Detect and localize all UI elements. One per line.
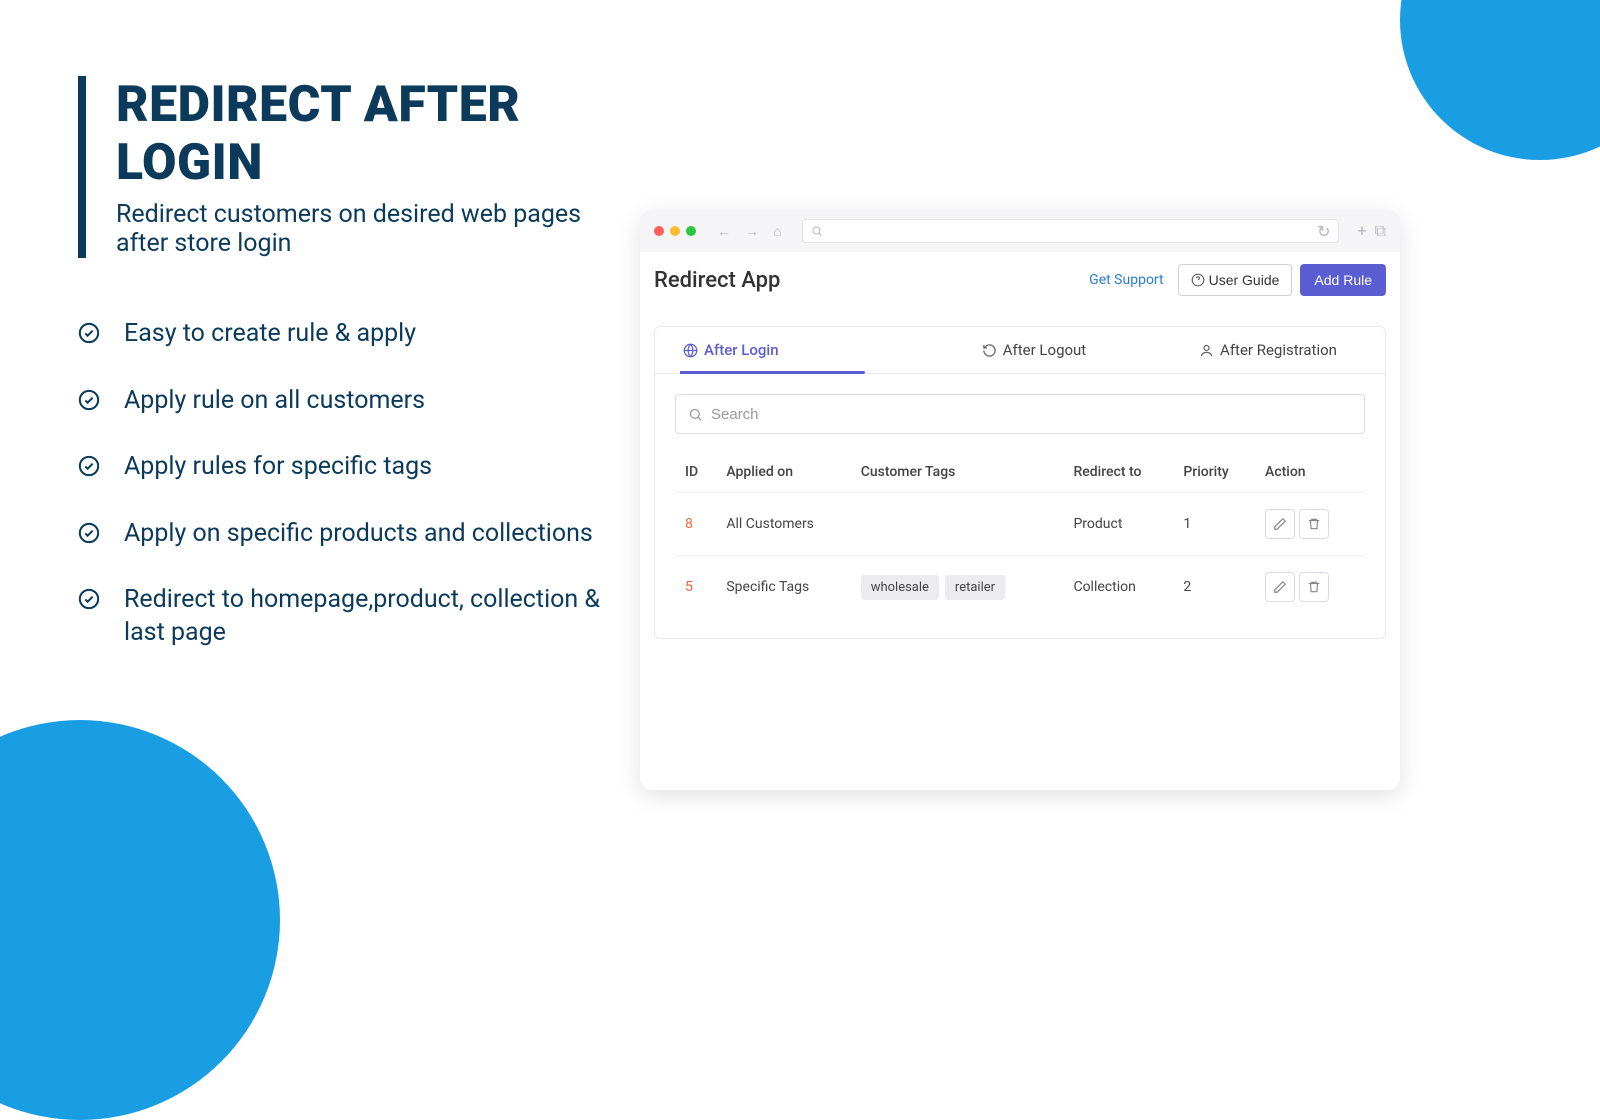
user-icon [1199,343,1214,358]
pencil-icon [1273,580,1287,594]
col-customer-tags: Customer Tags [851,452,1064,493]
cell-action [1255,493,1365,556]
pencil-icon [1273,517,1287,531]
cell-id: 5 [675,556,716,619]
rules-table: ID Applied on Customer Tags Redirect to … [675,452,1365,618]
tag-chip: wholesale [861,575,939,600]
edit-button[interactable] [1265,572,1295,602]
tab-after-logout[interactable]: After Logout [917,327,1151,373]
browser-mockup: ← → ⌂ ↻ + ⧉ Redirect App Get Support Use… [640,210,1400,790]
feature-text: Apply rule on all customers [124,385,425,418]
check-icon [78,588,100,614]
browser-chrome-bar: ← → ⌂ ↻ + ⧉ [640,210,1400,252]
user-guide-label: User Guide [1209,272,1280,288]
feature-item: Redirect to homepage,product, collection… [78,584,638,649]
cell-priority: 2 [1173,556,1255,619]
search-box[interactable] [675,394,1365,434]
page-title: REDIRECT AFTER LOGIN [116,76,638,192]
url-bar[interactable]: ↻ [802,219,1339,243]
feature-item: Apply rules for specific tags [78,451,638,484]
window-minimize-icon[interactable] [670,226,680,236]
window-close-icon[interactable] [654,226,664,236]
window-maximize-icon[interactable] [686,226,696,236]
home-icon[interactable]: ⌂ [770,223,784,240]
app-title: Redirect App [654,268,780,293]
col-priority: Priority [1173,452,1255,493]
trash-icon [1307,517,1321,531]
col-applied-on: Applied on [716,452,850,493]
col-id: ID [675,452,716,493]
feature-text: Easy to create rule & apply [124,318,416,351]
feature-text: Apply on specific products and collectio… [124,518,593,551]
undo-icon [982,343,997,358]
back-icon[interactable]: ← [714,223,734,240]
feature-text: Apply rules for specific tags [124,451,432,484]
page-subtitle: Redirect customers on desired web pages … [116,200,638,258]
edit-button[interactable] [1265,509,1295,539]
new-tab-icon[interactable]: + [1357,221,1366,241]
refresh-icon[interactable]: ↻ [1317,222,1330,241]
table-row: 5Specific TagswholesaleretailerCollectio… [675,556,1365,619]
col-action: Action [1255,452,1365,493]
forward-icon[interactable]: → [742,223,762,240]
cell-tags: wholesaleretailer [851,556,1064,619]
feature-list: Easy to create rule & apply Apply rule o… [78,318,638,649]
cell-redirect-to: Collection [1063,556,1173,619]
check-icon [78,455,100,481]
tag-chip: retailer [945,575,1005,600]
traffic-lights [654,226,696,236]
tab-after-login[interactable]: After Login [655,327,917,373]
tabs: After Login After Logout After Registrat… [655,327,1385,374]
delete-button[interactable] [1299,509,1329,539]
cell-priority: 1 [1173,493,1255,556]
user-guide-button[interactable]: User Guide [1178,264,1293,296]
decorative-blob-bottom [0,720,280,1120]
check-icon [78,322,100,348]
search-icon [688,407,703,422]
get-support-link[interactable]: Get Support [1089,272,1163,288]
cell-redirect-to: Product [1063,493,1173,556]
tab-after-registration[interactable]: After Registration [1151,327,1385,373]
tab-after-logout-label: After Logout [1003,341,1086,359]
feature-text: Redirect to homepage,product, collection… [124,584,638,649]
help-icon [1191,273,1205,287]
cell-action [1255,556,1365,619]
trash-icon [1307,580,1321,594]
feature-item: Apply on specific products and collectio… [78,518,638,551]
col-redirect-to: Redirect to [1063,452,1173,493]
delete-button[interactable] [1299,572,1329,602]
tab-after-registration-label: After Registration [1220,341,1337,359]
globe-icon [683,343,698,358]
feature-item: Apply rule on all customers [78,385,638,418]
cell-tags [851,493,1064,556]
table-row: 8All Customers Product1 [675,493,1365,556]
decorative-blob-top [1400,0,1600,160]
tab-after-login-label: After Login [704,341,779,359]
feature-item: Easy to create rule & apply [78,318,638,351]
search-input[interactable] [711,406,1352,423]
search-icon [811,225,823,237]
tabs-icon[interactable]: ⧉ [1375,221,1386,241]
add-rule-button[interactable]: Add Rule [1300,264,1386,296]
check-icon [78,522,100,548]
cell-applied-on: Specific Tags [716,556,850,619]
rules-card: After Login After Logout After Registrat… [654,326,1386,639]
check-icon [78,389,100,415]
cell-applied-on: All Customers [716,493,850,556]
cell-id: 8 [675,493,716,556]
